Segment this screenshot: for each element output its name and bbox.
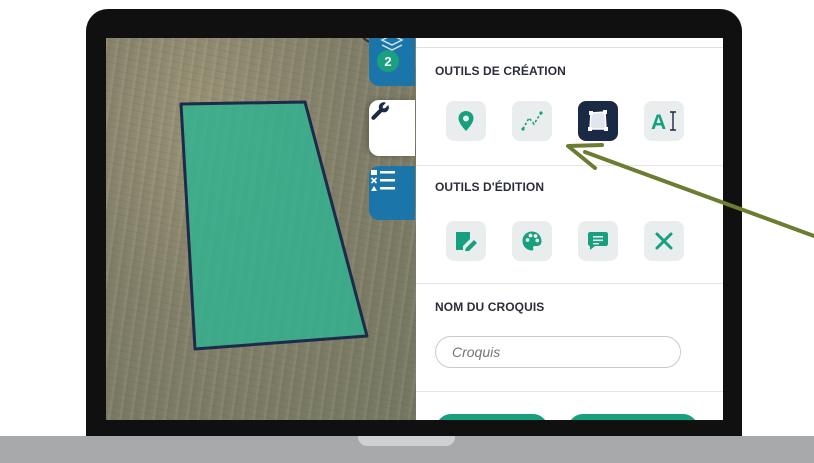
- annotation-arrow: [566, 143, 814, 238]
- annotation-arrow-shaft: [583, 150, 814, 238]
